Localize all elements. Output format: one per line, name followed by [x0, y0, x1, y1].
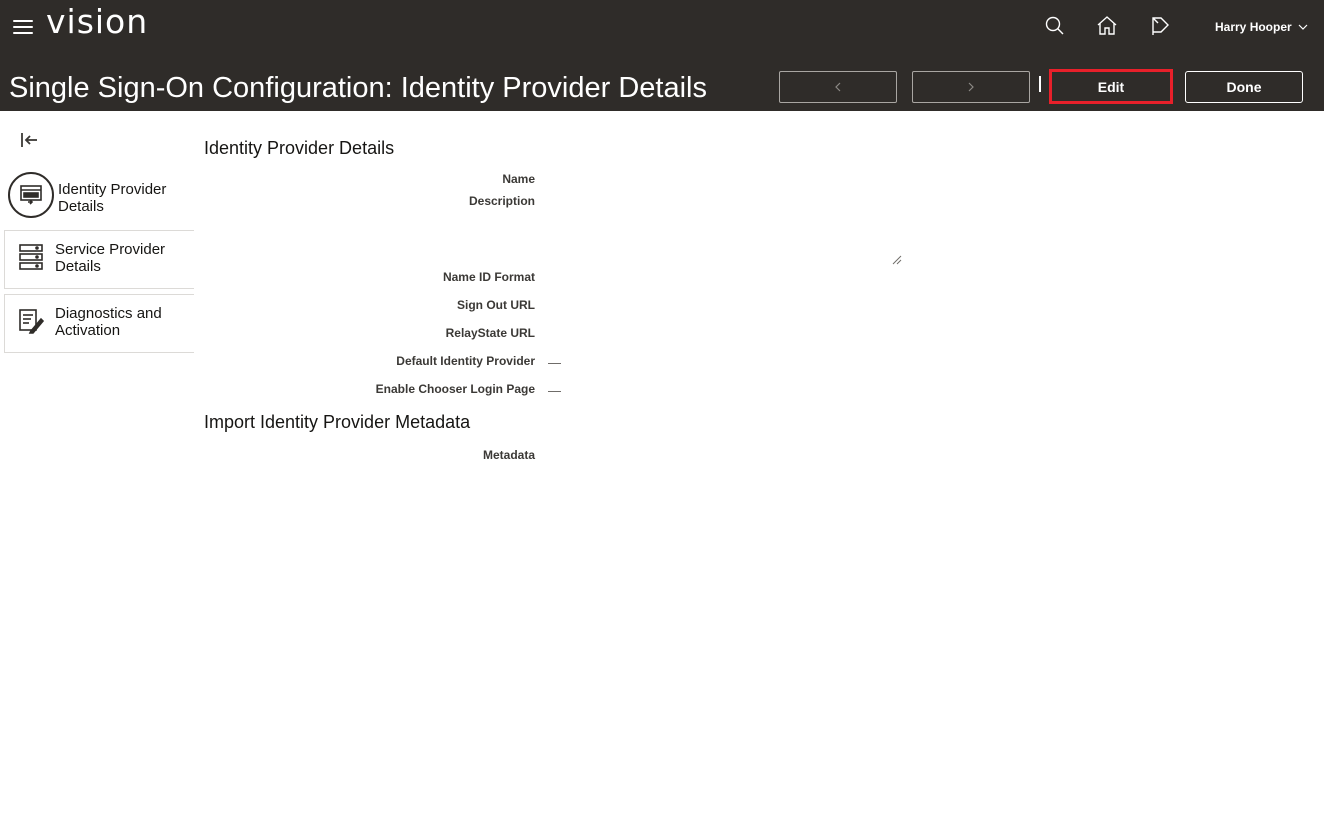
- chevron-down-icon: [1298, 24, 1308, 30]
- notifications-flag-icon[interactable]: [1148, 14, 1172, 38]
- app-logo[interactable]: vision: [46, 2, 148, 41]
- collapse-panel-icon[interactable]: [19, 130, 39, 150]
- section-title-import-metadata: Import Identity Provider Metadata: [204, 412, 471, 432]
- default-identity-provider-value: [548, 363, 561, 364]
- description-label: Description: [468, 194, 535, 208]
- page-title: Single Sign-On Configuration: Identity P…: [9, 72, 707, 104]
- enable-chooser-login-page-value: [548, 391, 561, 392]
- sidebar-item-label: Service Provider Details: [55, 241, 166, 275]
- top-header: vision Harry Hooper Single Sign-On Confi…: [0, 0, 1324, 111]
- metadata-label: Metadata: [482, 448, 535, 462]
- previous-button[interactable]: [779, 71, 897, 103]
- sidebar-item-label: Identity Provider Details: [58, 181, 167, 215]
- sidebar-item-identity-provider[interactable]: Identity Provider Details: [8, 170, 198, 229]
- default-identity-provider-label: Default Identity Provider: [396, 354, 535, 368]
- name-id-format-label: Name ID Format: [442, 270, 535, 284]
- sidebar-item-service-provider[interactable]: Service Provider Details: [4, 230, 194, 289]
- search-icon[interactable]: [1043, 14, 1067, 38]
- user-menu[interactable]: Harry Hooper: [1215, 20, 1309, 34]
- home-icon[interactable]: [1095, 14, 1119, 38]
- enable-chooser-login-page-label: Enable Chooser Login Page: [375, 382, 535, 396]
- identity-provider-icon: [8, 172, 54, 218]
- menu-icon[interactable]: [13, 20, 33, 36]
- edit-button[interactable]: Edit: [1049, 69, 1173, 104]
- user-name: Harry Hooper: [1215, 20, 1292, 34]
- diagnostics-edit-icon: [17, 307, 45, 335]
- relaystate-url-label: RelayState URL: [445, 326, 535, 340]
- sidebar-item-diagnostics[interactable]: Diagnostics and Activation: [4, 294, 194, 353]
- textarea-resize-handle[interactable]: [892, 252, 902, 265]
- chevron-right-icon: [968, 82, 974, 92]
- done-button[interactable]: Done: [1185, 71, 1303, 103]
- name-label: Name: [502, 172, 535, 186]
- toolbar-divider: [1039, 76, 1041, 92]
- server-stack-icon: [17, 243, 45, 271]
- section-title-identity-provider: Identity Provider Details: [204, 138, 395, 158]
- sidebar-item-label: Diagnostics and Activation: [55, 305, 162, 339]
- next-button[interactable]: [912, 71, 1030, 103]
- sign-out-url-label: Sign Out URL: [457, 298, 535, 312]
- chevron-left-icon: [835, 82, 841, 92]
